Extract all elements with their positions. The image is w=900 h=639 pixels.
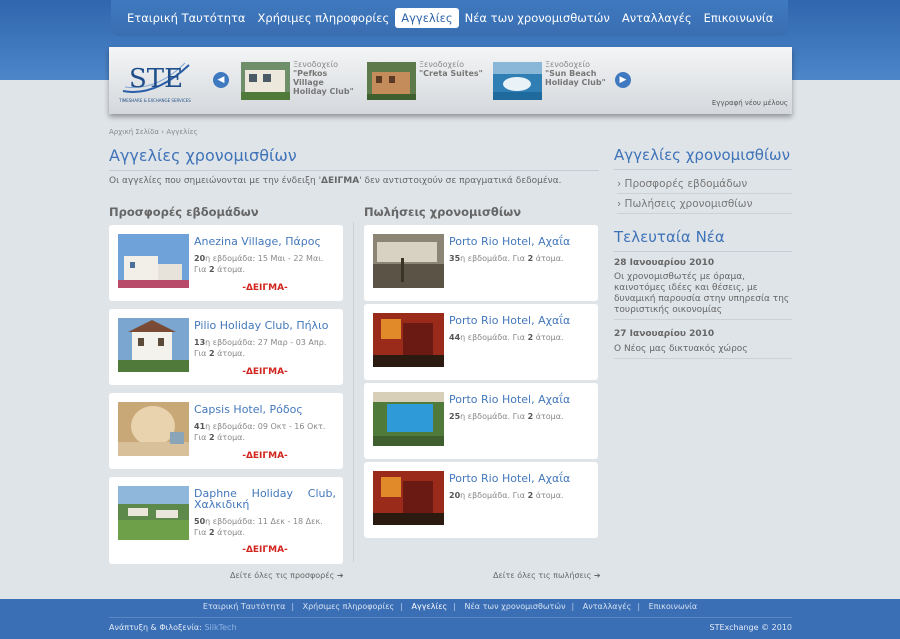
sample-badge: -ΔΕΙΓΜΑ-	[242, 283, 288, 293]
breadcrumb: Αρχική Σελίδα › Αγγελίες	[109, 128, 198, 136]
register-link[interactable]: Εγγραφή νέου μέλους	[712, 99, 788, 107]
page-title: Αγγελίες χρονομισθίων	[109, 146, 599, 171]
hotel-photo	[373, 392, 444, 446]
sale-title[interactable]: Porto Rio Hotel, Αχαΐα	[449, 236, 591, 247]
offer-card[interactable]: Anezina Village, Πάρος 20η εβδομάδα: 15 …	[109, 225, 343, 301]
breadcrumb-separator: ›	[161, 128, 165, 136]
breadcrumb-current: Αγγελίες	[166, 128, 198, 136]
breadcrumb-home[interactable]: Αρχική Σελίδα	[109, 128, 159, 136]
footer-divider	[109, 617, 792, 618]
news-title: Τελευταία Νέα	[614, 228, 792, 252]
main-nav: Εταιρική Ταυτότητα Χρήσιμες πληροφορίες …	[111, 0, 788, 36]
intro-text: Οι αγγελίες που σημειώνονται με την ένδε…	[109, 176, 562, 186]
developer-credit: Ανάπτυξη & Φιλοξενία: SilkTech	[109, 623, 237, 632]
footer-link-contact[interactable]: Επικοινωνία	[649, 602, 698, 611]
offer-details: 13η εβδομάδα: 27 Μαρ - 03 Απρ. Για 2 άτομ…	[194, 338, 327, 358]
sales-title: Πωλήσεις χρονομισθίων	[364, 205, 522, 219]
footer-nav: Εταιρική Ταυτότητα | Χρήσιμες πληροφορίες…	[202, 602, 698, 611]
sale-details: 35η εβδομάδα. Για 2 άτομα.	[449, 254, 564, 263]
offer-details: 41η εβδομάδα: 09 Οκτ - 16 Οκτ. Για 2 άτομ…	[194, 422, 326, 442]
intro-before: Οι αγγελίες που σημειώνονται με την ένδε…	[109, 176, 322, 186]
footer-link-exchanges[interactable]: Ανταλλαγές	[583, 602, 632, 611]
sample-badge: -ΔΕΙΓΜΑ-	[242, 367, 288, 377]
news-text[interactable]: Ο Νέος μας δικτυακός χώρος	[614, 344, 792, 359]
sidebar-link-sales[interactable]: › Πωλήσεις χρονομισθίων	[617, 198, 792, 214]
column-divider	[353, 222, 354, 562]
news-date: 28 Ιανουαρίου 2010	[614, 258, 715, 268]
offer-details: 20η εβδομάδα: 15 Μαι - 22 Μαι. Για 2 άτομ…	[194, 254, 324, 274]
sale-details: 25η εβδομάδα. Για 2 άτομα.	[449, 412, 564, 421]
banner: STE TIMESHARE & EXCHANGE SERVICES ◀ Ξενο…	[109, 47, 792, 114]
news-date: 27 Ιανουαρίου 2010	[614, 329, 715, 339]
slide-name: "Sun Beach Holiday Club"	[545, 69, 606, 87]
offer-title[interactable]: Pilio Holiday Club, Πήλιο	[194, 320, 336, 331]
slide-label: Ξενοδοχείο	[293, 60, 339, 69]
sale-title[interactable]: Porto Rio Hotel, Αχαΐα	[449, 394, 591, 405]
nav-item-identity[interactable]: Εταιρική Ταυτότητα	[121, 8, 252, 28]
sale-card[interactable]: Porto Rio Hotel, Αχαΐα 44η εβδομάδα. Για…	[364, 304, 598, 380]
offer-title[interactable]: Capsis Hotel, Ρόδος	[194, 404, 336, 415]
hotel-photo	[373, 471, 444, 525]
sidebar-title: Αγγελίες χρονομισθίων	[614, 146, 792, 170]
all-sales-link[interactable]: Δείτε όλες τις πωλήσεις ➔	[493, 571, 601, 580]
slider-next-arrow-icon[interactable]: ▶	[615, 72, 631, 88]
hotel-thumbnail	[493, 62, 542, 100]
offer-details: 50η εβδομάδα: 11 Δεκ - 18 Δεκ. Για 2 άτομ…	[194, 517, 323, 537]
sale-details: 20η εβδομάδα. Για 2 άτομα.	[449, 491, 564, 500]
sample-badge: -ΔΕΙΓΜΑ-	[242, 545, 288, 555]
hotel-photo	[118, 234, 189, 288]
arrow-right-icon: ➔	[593, 571, 601, 580]
chevron-right-icon: ›	[617, 198, 622, 210]
sidebar-link-offers[interactable]: › Προσφορές εβδομάδων	[617, 178, 792, 194]
sale-title[interactable]: Porto Rio Hotel, Αχαΐα	[449, 315, 591, 326]
intro-tag: ΔΕΙΓΜΑ	[321, 176, 360, 186]
offer-card[interactable]: Pilio Holiday Club, Πήλιο 13η εβδομάδα: …	[109, 309, 343, 385]
nav-item-news[interactable]: Νέα των χρονομισθωτών	[459, 8, 616, 28]
offers-title: Προσφορές εβδομάδων	[109, 205, 259, 219]
footer: Εταιρική Ταυτότητα | Χρήσιμες πληροφορίες…	[0, 599, 900, 639]
hotel-photo	[373, 234, 444, 288]
hotel-photo	[118, 318, 189, 372]
nav-item-exchanges[interactable]: Ανταλλαγές	[616, 8, 698, 28]
slide-name: "Pefkos Village Holiday Club"	[293, 69, 354, 96]
offer-title[interactable]: Daphne Holiday Club, Χαλκιδική	[194, 488, 336, 510]
nav-item-listings[interactable]: Αγγελίες	[395, 8, 459, 28]
hotel-photo	[373, 313, 444, 367]
sale-card[interactable]: Porto Rio Hotel, Αχαΐα 25η εβδομάδα. Για…	[364, 383, 598, 459]
hotel-photo	[118, 402, 189, 456]
chevron-right-icon: ›	[617, 178, 622, 190]
hotel-thumbnail	[367, 62, 416, 100]
offer-title[interactable]: Anezina Village, Πάρος	[194, 236, 336, 247]
news-text[interactable]: Οι χρονομισθωτές με όραμα, καινοτόμες ιδ…	[614, 272, 792, 320]
footer-link-listings[interactable]: Αγγελίες	[412, 602, 448, 611]
nav-item-info[interactable]: Χρήσιμες πληροφορίες	[252, 8, 396, 28]
hotel-photo	[118, 486, 189, 540]
sale-card[interactable]: Porto Rio Hotel, Αχαΐα 20η εβδομάδα. Για…	[364, 462, 598, 538]
sale-details: 44η εβδομάδα. Για 2 άτομα.	[449, 333, 564, 342]
developer-link[interactable]: SilkTech	[204, 623, 236, 632]
footer-link-news[interactable]: Νέα των χρονομισθωτών	[464, 602, 565, 611]
slider-prev-arrow-icon[interactable]: ◀	[213, 72, 229, 88]
slide-label: Ξενοδοχείο	[419, 60, 465, 69]
logo[interactable]: STE TIMESHARE & EXCHANGE SERVICES	[115, 57, 195, 105]
footer-link-info[interactable]: Χρήσιμες πληροφορίες	[303, 602, 395, 611]
logo-mark: STE	[122, 62, 190, 94]
footer-link-identity[interactable]: Εταιρική Ταυτότητα	[203, 602, 285, 611]
copyright: STExchange © 2010	[709, 623, 793, 632]
slide-name: "Creta Suites"	[419, 69, 483, 78]
nav-item-contact[interactable]: Επικοινωνία	[698, 8, 780, 28]
offer-card[interactable]: Daphne Holiday Club, Χαλκιδική 50η εβδομ…	[109, 477, 343, 564]
sample-badge: -ΔΕΙΓΜΑ-	[242, 451, 288, 461]
arrow-right-icon: ➔	[336, 571, 344, 580]
slide-label: Ξενοδοχείο	[545, 60, 591, 69]
hotel-thumbnail	[241, 62, 290, 100]
sale-title[interactable]: Porto Rio Hotel, Αχαΐα	[449, 473, 591, 484]
sale-card[interactable]: Porto Rio Hotel, Αχαΐα 35η εβδομάδα. Για…	[364, 225, 598, 301]
logo-text: STE	[129, 64, 183, 94]
logo-subtitle: TIMESHARE & EXCHANGE SERVICES	[119, 98, 191, 103]
offer-card[interactable]: Capsis Hotel, Ρόδος 41η εβδομάδα: 09 Οκτ…	[109, 393, 343, 469]
all-offers-link[interactable]: Δείτε όλες τις προσφορές ➔	[230, 571, 344, 580]
intro-after: ' δεν αντιστοιχούν σε πραγματικά δεδομέν…	[359, 176, 562, 186]
